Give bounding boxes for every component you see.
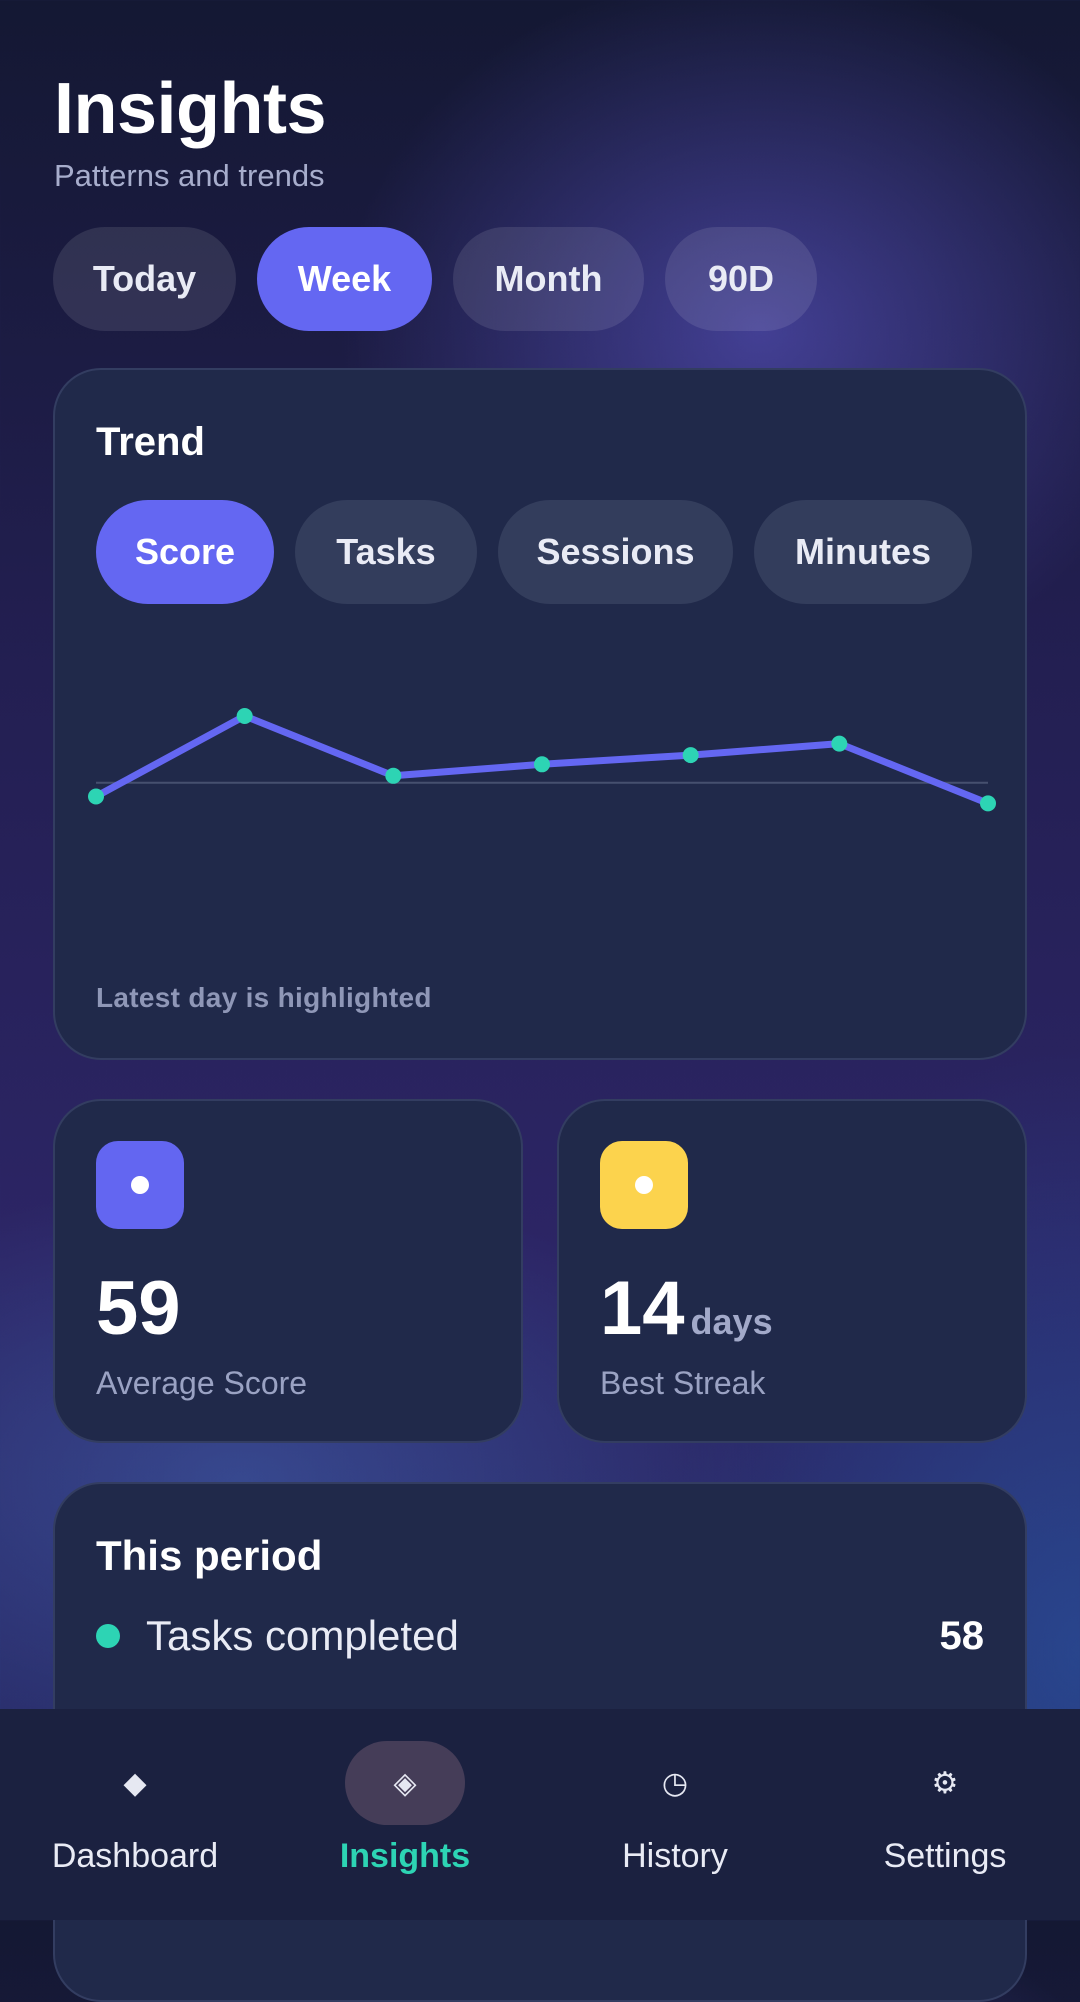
chart-caption: Latest day is highlighted — [96, 982, 432, 1013]
diamond-icon: ◆ — [123, 1766, 147, 1800]
period-title: This period — [96, 1532, 323, 1579]
nav-label-dashboard: Dashboard — [51, 1837, 219, 1875]
page-title: Insights — [54, 69, 327, 149]
data-point-2 — [236, 708, 253, 724]
metric-selector: Score Tasks Sessions Minutes — [96, 500, 972, 604]
average-score-value: 59 — [96, 1266, 181, 1351]
range-month-button[interactable]: Month — [453, 227, 644, 331]
clock-icon: ◷ — [661, 1766, 689, 1800]
best-streak-label: Best Streak — [600, 1365, 766, 1401]
nav-label-history: History — [622, 1837, 728, 1875]
gear-icon: ⚙ — [931, 1766, 959, 1800]
nav-item-settings[interactable]: ⚙ Settings — [810, 1709, 1080, 1920]
data-point-7 — [980, 795, 996, 812]
period-row-value: 58 — [939, 1613, 985, 1658]
range-week-button[interactable]: Week — [257, 227, 432, 331]
data-point-4 — [534, 756, 550, 773]
best-streak-value: 14 days — [600, 1266, 773, 1351]
nav-label-settings: Settings — [883, 1837, 1007, 1875]
streak-icon — [600, 1141, 688, 1229]
range-90d-button[interactable]: 90D — [665, 227, 817, 331]
average-score-label: Average Score — [96, 1365, 308, 1401]
data-point-3 — [385, 767, 402, 784]
range-selector: Today Week Month 90D — [53, 227, 817, 331]
period-row-label: Tasks completed — [146, 1612, 459, 1659]
range-today-button[interactable]: Today — [53, 227, 236, 331]
trend-card: Trend Score Tasks Sessions Minutes Lates… — [53, 368, 1027, 1060]
insights-icon: ◈ — [345, 1741, 465, 1825]
page-subtitle: Patterns and trends — [54, 158, 325, 193]
metric-sessions-button[interactable]: Sessions — [498, 500, 733, 604]
trend-line-chart — [88, 708, 996, 812]
nav-item-insights[interactable]: ◈ Insights — [270, 1709, 540, 1920]
data-point-6 — [831, 735, 848, 752]
average-score-card: 59 Average Score — [53, 1099, 523, 1443]
nav-label-insights: Insights — [339, 1837, 471, 1875]
nav-item-dashboard[interactable]: ◆ Dashboard — [0, 1709, 270, 1920]
data-point-5 — [682, 747, 699, 764]
metric-tasks-button[interactable]: Tasks — [295, 500, 477, 604]
bottom-navigation: ◆ Dashboard ◈ Insights ◷ History ⚙ Setti… — [0, 1709, 1080, 1920]
trend-title: Trend — [96, 420, 205, 464]
data-point-1 — [88, 788, 104, 805]
nav-item-history[interactable]: ◷ History — [540, 1709, 810, 1920]
metric-minutes-button[interactable]: Minutes — [754, 500, 972, 604]
best-streak-card: 14 days Best Streak — [557, 1099, 1027, 1443]
metric-score-button[interactable]: Score — [96, 500, 274, 604]
best-streak-unit: days — [690, 1301, 773, 1342]
score-icon — [96, 1141, 184, 1229]
period-row-tasks: Tasks completed 58 — [96, 1606, 984, 1666]
status-dot — [96, 1624, 120, 1648]
